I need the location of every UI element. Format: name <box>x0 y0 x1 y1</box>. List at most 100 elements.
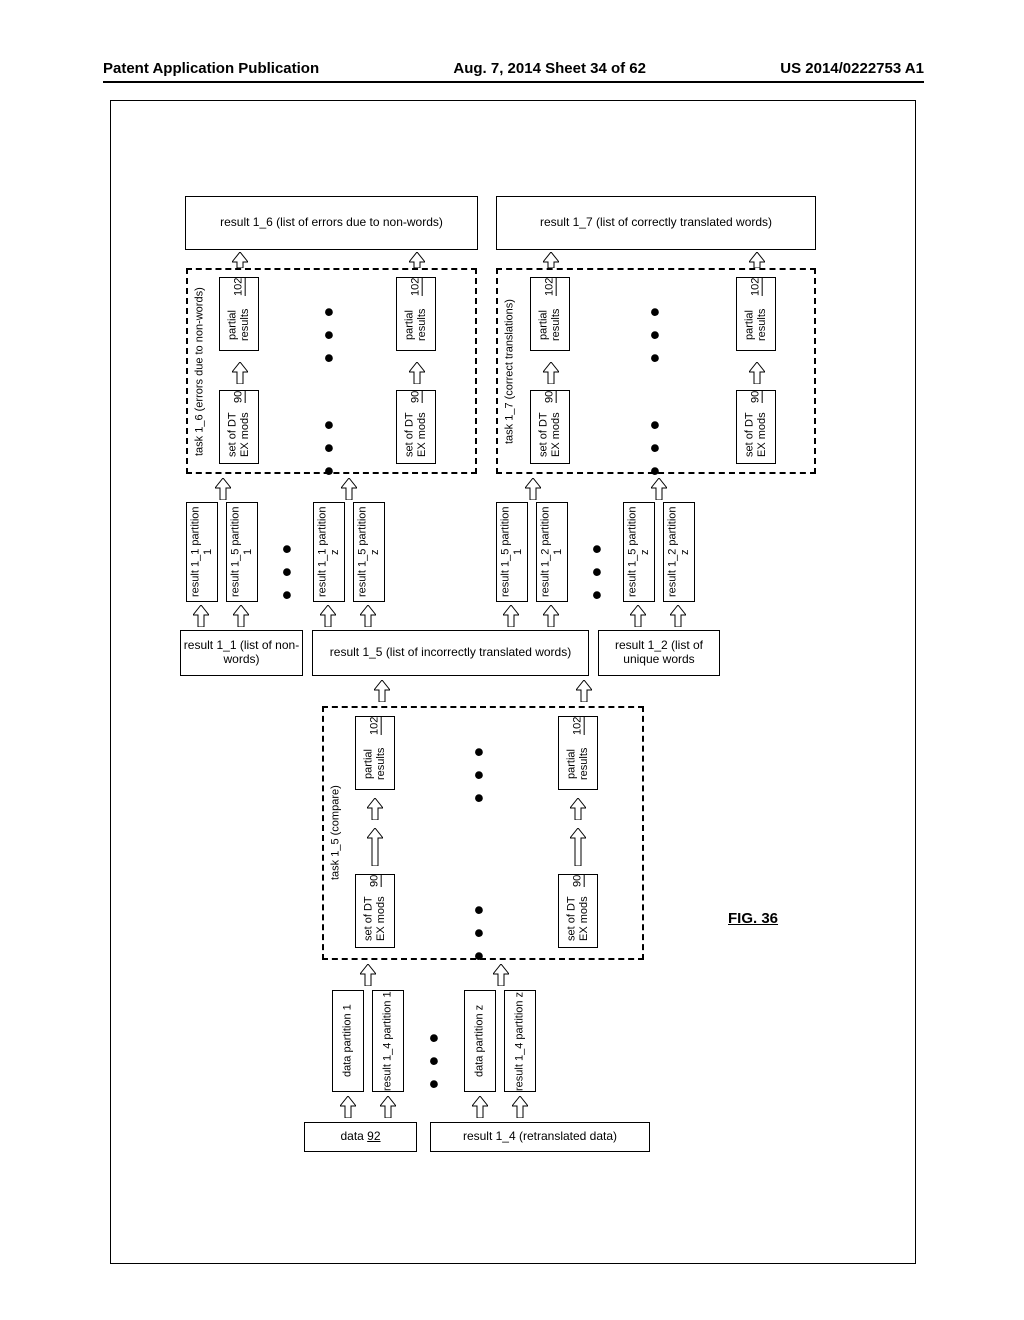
arrow-up-icon <box>232 252 248 268</box>
arrow-up-icon <box>570 828 586 866</box>
ref-90: 90 <box>750 391 763 403</box>
data-92: data 92 <box>304 1122 417 1152</box>
ref-102: 102 <box>233 278 246 296</box>
task-1-5-label: task 1_5 (compare) <box>326 714 346 952</box>
set-dt-2: set of DT EX mods 90 <box>396 390 436 464</box>
arrow-up-icon <box>193 605 209 627</box>
set-dt-label: set of DT EX mods <box>537 406 562 463</box>
ref-90: 90 <box>233 391 246 403</box>
partial-results-3: partial results 102 <box>530 277 570 351</box>
data-pz: data partition z <box>464 990 496 1092</box>
header-left: Patent Application Publication <box>103 60 319 77</box>
ref-90: 90 <box>544 391 557 403</box>
data-label: data <box>340 1130 363 1144</box>
r14pz: result 1_4 partition z <box>504 990 536 1092</box>
arrow-up-icon <box>360 964 376 986</box>
partial-label: partial results <box>537 299 562 350</box>
arrow-up-icon <box>409 252 425 268</box>
arrow-up-icon <box>651 478 667 500</box>
r12p1: result 1_2 partition 1 <box>536 502 568 602</box>
dots: ●●● <box>470 740 488 809</box>
arrow-up-icon <box>630 605 646 627</box>
set-dt-4: set of DT EX mods 90 <box>736 390 776 464</box>
result-1-7: result 1_7 (list of correctly translated… <box>496 196 816 250</box>
partial-results-2: partial results 102 <box>396 277 436 351</box>
arrow-up-icon <box>380 1096 396 1118</box>
header-center: Aug. 7, 2014 Sheet 34 of 62 <box>453 60 646 77</box>
result-1-1: result 1_1 (list of non-words) <box>180 630 303 676</box>
result-1-6: result 1_6 (list of errors due to non-wo… <box>185 196 478 250</box>
ref-102: 102 <box>572 717 585 735</box>
r15p1-a: result 1_5 partition 1 <box>226 502 258 602</box>
result-1-2: result 1_2 (list of unique words <box>598 630 720 676</box>
arrow-up-icon <box>360 605 376 627</box>
arrow-up-icon <box>215 478 231 500</box>
dots: ●●● <box>646 413 664 482</box>
set-dt-1: set of DT EX mods 90 <box>219 390 259 464</box>
ref-102: 102 <box>369 717 382 735</box>
r11p1: result 1_1 partition 1 <box>186 502 218 602</box>
dots: ●●● <box>320 413 338 482</box>
ref-90: 90 <box>572 875 585 887</box>
arrow-up-icon <box>670 605 686 627</box>
arrow-up-icon <box>503 605 519 627</box>
r15pz-b: result 1_5 partition z <box>623 502 655 602</box>
partial-label: partial results <box>362 738 387 789</box>
r12pz: result 1_2 partition z <box>663 502 695 602</box>
ref-92: 92 <box>367 1130 380 1144</box>
ref-90: 90 <box>410 391 423 403</box>
ref-90: 90 <box>369 875 382 887</box>
arrow-up-icon <box>233 605 249 627</box>
partial-results-4: partial results 102 <box>736 277 776 351</box>
set-dt-3: set of DT EX mods 90 <box>530 390 570 464</box>
arrow-up-icon <box>576 680 592 702</box>
set-dt-label: set of DT EX mods <box>565 890 590 947</box>
partial-results-6: partial results 102 <box>558 716 598 790</box>
r14p1: result 1_4 partition 1 <box>372 990 404 1092</box>
dots: ●●● <box>320 300 338 369</box>
r15pz-a: result 1_5 partition z <box>353 502 385 602</box>
set-dt-label: set of DT EX mods <box>226 406 251 463</box>
dots: ●●● <box>588 537 606 606</box>
arrow-up-icon <box>409 362 425 384</box>
arrow-up-icon <box>367 798 383 820</box>
header-right: US 2014/0222753 A1 <box>780 60 924 77</box>
arrow-up-icon <box>340 1096 356 1118</box>
r15p1-b: result 1_5 partition 1 <box>496 502 528 602</box>
arrow-up-icon <box>320 605 336 627</box>
dots: ●●● <box>470 898 488 967</box>
dots: ●●● <box>646 300 664 369</box>
ref-102: 102 <box>544 278 557 296</box>
task-1-6-label: task 1_6 (errors due to non-words) <box>190 274 210 469</box>
arrow-up-icon <box>749 362 765 384</box>
r11pz: result 1_1 partition z <box>313 502 345 602</box>
diagram: result 1_6 (list of errors due to non-wo… <box>180 170 820 1215</box>
partial-label: partial results <box>403 299 428 350</box>
set-dt-label: set of DT EX mods <box>362 890 387 947</box>
figure-label: FIG. 36 <box>728 910 778 927</box>
page-header: Patent Application Publication Aug. 7, 2… <box>103 60 924 83</box>
arrow-up-icon <box>543 362 559 384</box>
result-1-5: result 1_5 (list of incorrectly translat… <box>312 630 589 676</box>
arrow-up-icon <box>472 1096 488 1118</box>
arrow-up-icon <box>232 362 248 384</box>
arrow-up-icon <box>374 680 390 702</box>
data-p1: data partition 1 <box>332 990 364 1092</box>
arrow-up-icon <box>543 252 559 268</box>
dots: ●●● <box>278 537 296 606</box>
set-dt-6: set of DT EX mods 90 <box>558 874 598 948</box>
partial-label: partial results <box>226 299 251 350</box>
set-dt-label: set of DT EX mods <box>403 406 428 463</box>
result-1-4: result 1_4 (retranslated data) <box>430 1122 650 1152</box>
arrow-up-icon <box>749 252 765 268</box>
partial-label: partial results <box>565 738 590 789</box>
partial-results-5: partial results 102 <box>355 716 395 790</box>
arrow-up-icon <box>341 478 357 500</box>
arrow-up-icon <box>367 828 383 866</box>
task-1-7-label: task 1_7 (correct translations) <box>500 274 520 469</box>
arrow-up-icon <box>570 798 586 820</box>
ref-102: 102 <box>750 278 763 296</box>
arrow-up-icon <box>543 605 559 627</box>
arrow-up-icon <box>512 1096 528 1118</box>
ref-102: 102 <box>410 278 423 296</box>
